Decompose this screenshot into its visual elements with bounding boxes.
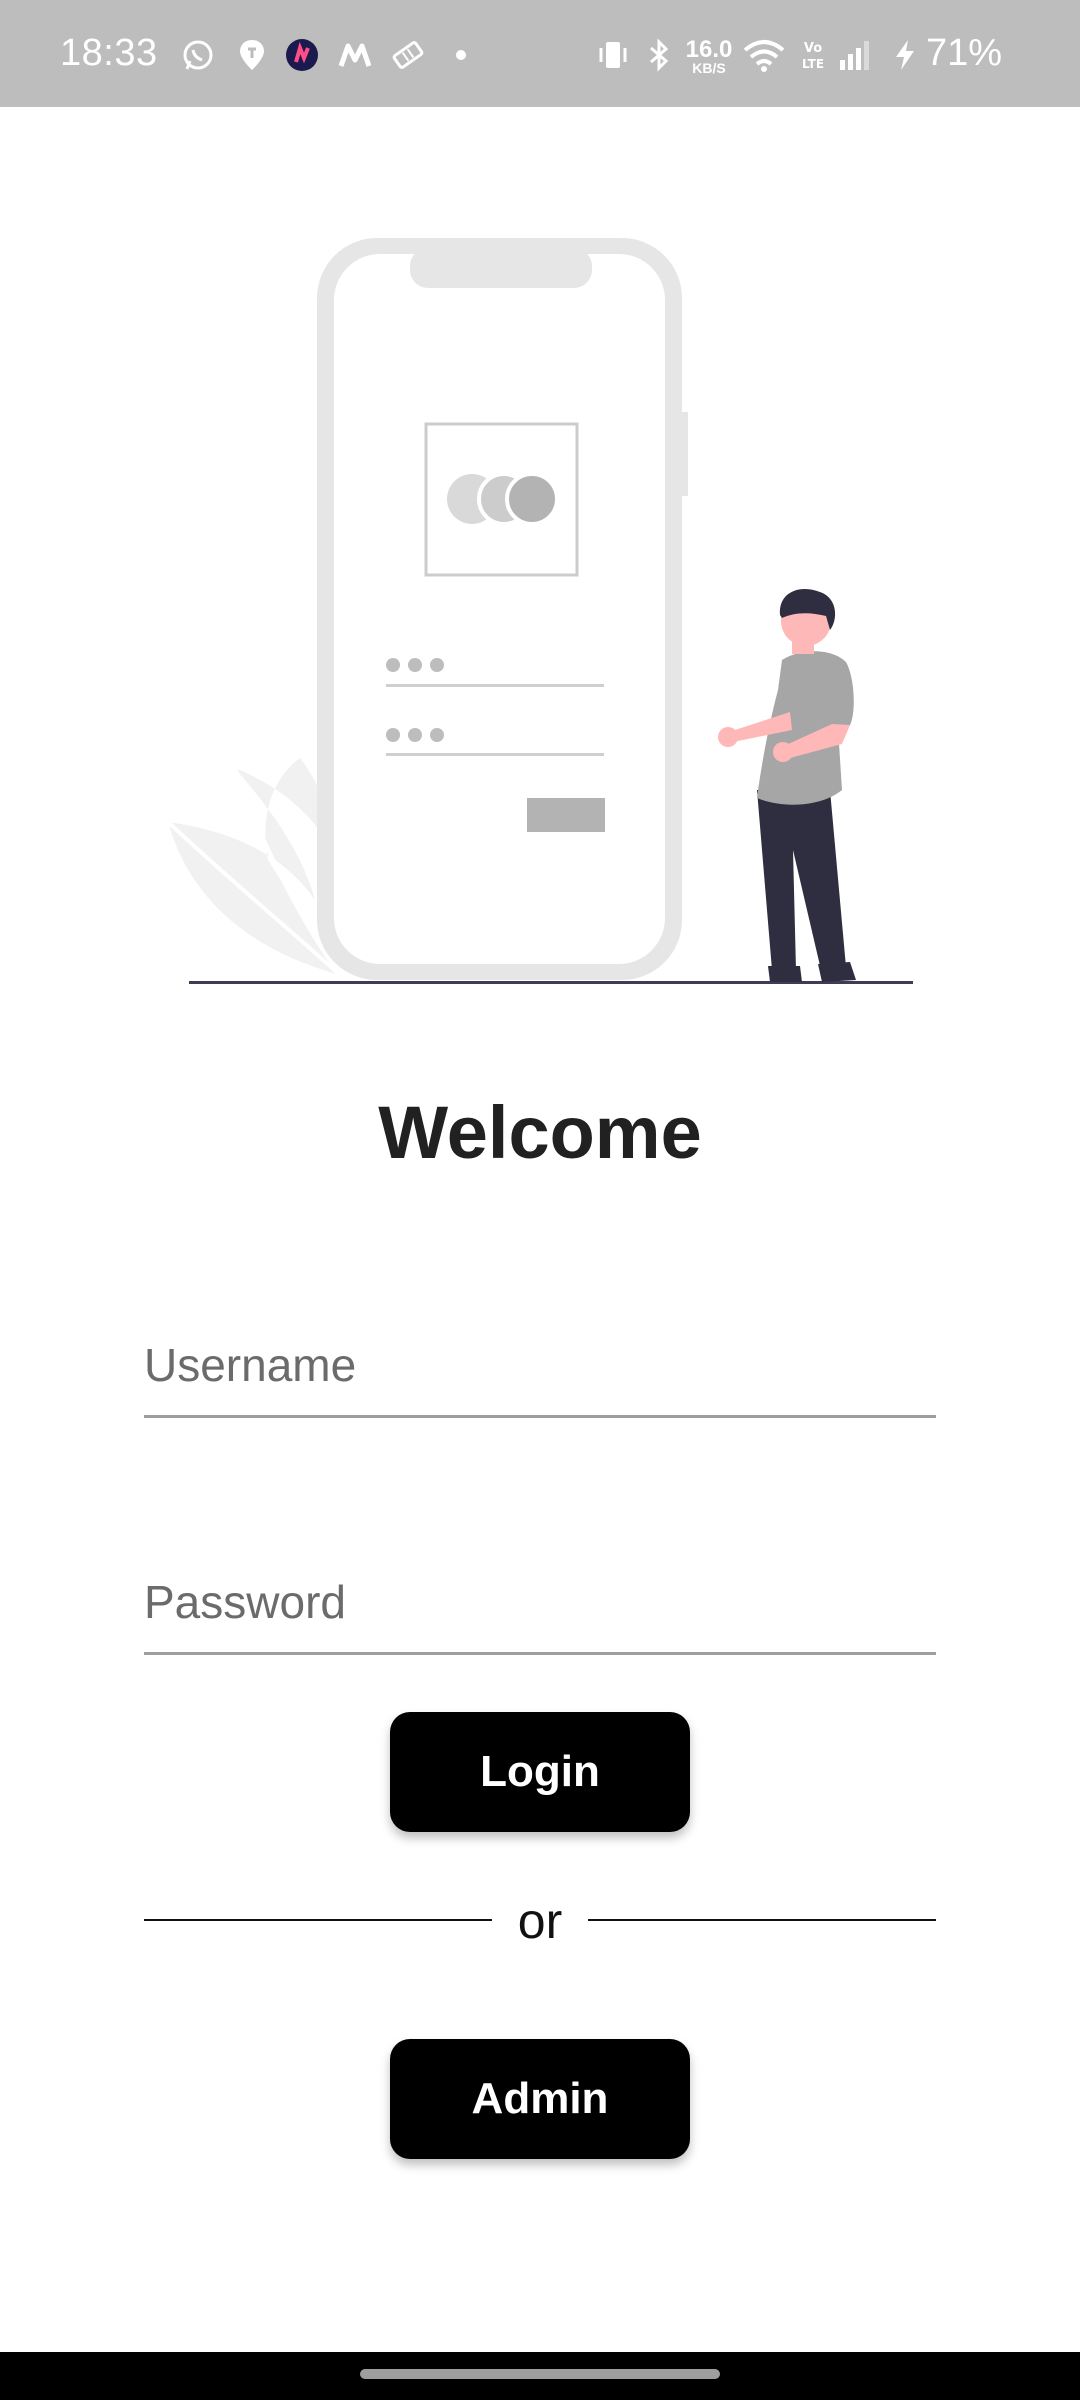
admin-button[interactable]: Admin: [390, 2039, 690, 2159]
person-figure: [718, 588, 856, 982]
svg-text:LTE: LTE: [802, 57, 824, 71]
navigation-bar: [0, 2352, 1080, 2400]
location-pin-icon: [240, 40, 264, 70]
password-input[interactable]: [144, 1552, 936, 1655]
or-divider-left: [144, 1919, 492, 1921]
phone-mockup: [317, 238, 688, 980]
login-illustration: [166, 238, 913, 984]
status-bar: 18:33 16.0 KB/S Vo LTE 71%: [0, 0, 1080, 107]
battery-level: 71%: [925, 32, 1002, 74]
bluetooth-icon: [650, 38, 669, 72]
dot-icon: [456, 50, 466, 60]
gmail-m-icon: [338, 43, 372, 67]
vibrate-icon: [599, 42, 627, 68]
username-input[interactable]: [144, 1315, 936, 1418]
svg-text:Vo: Vo: [804, 41, 822, 56]
or-label: or: [517, 1893, 563, 1949]
signal-icon: [840, 41, 869, 70]
whatsapp-icon: [183, 40, 213, 70]
ground-line: [189, 981, 913, 984]
volte-icon: Vo LTE: [802, 41, 824, 71]
or-divider-right: [588, 1919, 936, 1921]
home-gesture-handle[interactable]: [360, 2369, 720, 2379]
app-badge-icon: [286, 39, 318, 71]
charging-icon: [896, 40, 914, 70]
ticket-icon: [392, 41, 424, 69]
status-time: 18:33: [60, 32, 158, 74]
login-button[interactable]: Login: [390, 1712, 690, 1832]
network-speed: 16.0 KB/S: [685, 36, 733, 77]
wifi-icon: [743, 40, 785, 72]
welcome-title: Welcome: [378, 1091, 702, 1174]
